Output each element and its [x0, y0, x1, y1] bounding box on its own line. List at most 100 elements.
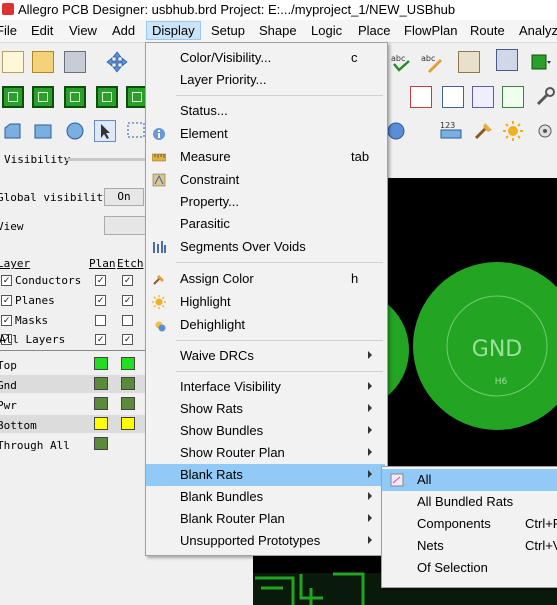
menu-separator — [176, 262, 383, 263]
open-folder-icon[interactable] — [32, 51, 54, 73]
submenu-item-all-bundled-rats[interactable]: All Bundled Rats — [382, 491, 557, 513]
circle-icon[interactable] — [64, 120, 86, 142]
new-file-icon[interactable] — [2, 51, 24, 73]
submenu-arrow-icon — [368, 351, 372, 359]
menu-view[interactable]: View — [69, 23, 97, 38]
zoom-icon[interactable] — [385, 120, 407, 142]
menu-item-parasitic[interactable]: Parasitic — [146, 213, 385, 235]
pad-tool-4-icon[interactable] — [96, 86, 118, 108]
top-etch-swatch[interactable] — [121, 357, 135, 370]
menu-setup[interactable]: Setup — [211, 23, 245, 38]
report-icon[interactable] — [410, 86, 432, 108]
spell-check-icon[interactable]: abc — [390, 51, 412, 73]
document-icon[interactable] — [472, 86, 494, 108]
brush-icon — [153, 275, 164, 285]
grid-counter-icon[interactable]: 123 — [440, 119, 462, 141]
menu-item-measure[interactable]: Measure tab — [146, 146, 385, 168]
menu-logic[interactable]: Logic — [311, 23, 342, 38]
submenu-item-all[interactable]: All — [382, 469, 557, 491]
dehighlight-icon — [155, 321, 166, 332]
dropdown-tool-icon[interactable] — [530, 51, 552, 73]
submenu-item-nets[interactable]: NetsCtrl+V — [382, 535, 557, 557]
menu-item-element[interactable]: Element — [146, 123, 385, 145]
masks-etch-checkbox[interactable] — [122, 315, 133, 326]
menu-item-assign-color[interactable]: Assign Color h — [146, 268, 385, 290]
global-visibility-button[interactable]: On — [104, 188, 144, 206]
submenu-arrow-icon — [368, 514, 372, 522]
pad-tool-3-icon[interactable] — [64, 86, 86, 108]
menu-item-blank-rats[interactable]: Blank Rats — [146, 464, 385, 486]
bottom-plan-swatch[interactable] — [94, 417, 108, 430]
menu-item-show-bundles[interactable]: Show Bundles — [146, 420, 385, 442]
menu-shape[interactable]: Shape — [259, 23, 297, 38]
sun-icon[interactable] — [502, 120, 524, 142]
menu-item-color-visibility[interactable]: Color/Visibility... c — [146, 47, 385, 69]
masks-plan-checkbox[interactable] — [95, 315, 106, 326]
layer-pwr: Pwr — [0, 399, 17, 412]
menu-item-constraint[interactable]: Constraint — [146, 169, 385, 191]
menu-add[interactable]: Add — [112, 23, 135, 38]
menu-item-highlight[interactable]: Highlight — [146, 291, 385, 313]
menu-item-status[interactable]: Status... — [146, 100, 385, 122]
save-icon[interactable] — [64, 51, 86, 73]
text-edit-icon[interactable]: abc — [420, 51, 442, 73]
pad-label: GND — [472, 337, 522, 362]
submenu-arrow-icon — [368, 382, 372, 390]
menu-item-waive-drcs[interactable]: Waive DRCs — [146, 345, 385, 367]
menu-file[interactable]: File — [0, 23, 17, 38]
broom-icon[interactable] — [472, 120, 494, 142]
layer-bottom: Bottom — [0, 419, 37, 432]
global-visibility-label: Global visibility — [0, 191, 110, 204]
menu-analyze[interactable]: Analyze — [519, 23, 557, 38]
wrench-icon[interactable] — [534, 86, 556, 108]
menu-flowplan[interactable]: FlowPlan — [404, 23, 457, 38]
all-layers-etch-checkbox[interactable]: ✓ — [122, 334, 133, 345]
move-icon[interactable] — [106, 51, 128, 73]
menu-item-show-rats[interactable]: Show Rats — [146, 398, 385, 420]
menu-edit[interactable]: Edit — [31, 23, 53, 38]
settings-sun-icon[interactable] — [534, 120, 556, 142]
top-plan-swatch[interactable] — [94, 357, 108, 370]
menu-item-unsupported-prototypes[interactable]: Unsupported Prototypes — [146, 530, 385, 552]
menu-item-show-router-plan[interactable]: Show Router Plan — [146, 442, 385, 464]
planes-plan-checkbox[interactable]: ✓ — [95, 295, 106, 306]
conductors-plan-checkbox[interactable]: ✓ — [95, 275, 106, 286]
menu-item-dehighlight[interactable]: Dehighlight — [146, 314, 385, 336]
pwr-etch-swatch[interactable] — [121, 397, 135, 410]
menu-display[interactable]: Display — [146, 21, 201, 40]
through-all-plan-swatch[interactable] — [94, 437, 108, 450]
menu-item-segments-over-voids[interactable]: Segments Over Voids — [146, 236, 385, 258]
pad-tool-1-icon[interactable] — [2, 86, 24, 108]
all-layers-plan-checkbox[interactable]: ✓ — [95, 334, 106, 345]
stop-icon[interactable] — [458, 51, 480, 73]
menu-route[interactable]: Route — [470, 23, 505, 38]
submenu-item-of-selection[interactable]: Of Selection — [382, 557, 557, 579]
menu-item-blank-router-plan[interactable]: Blank Router Plan — [146, 508, 385, 530]
planes-etch-checkbox[interactable]: ✓ — [122, 295, 133, 306]
conductors-etch-checkbox[interactable]: ✓ — [122, 275, 133, 286]
gnd-etch-swatch[interactable] — [121, 377, 135, 390]
planes-checkbox[interactable]: ✓ — [1, 295, 12, 306]
submenu-item-components[interactable]: Components Ctrl+F — [382, 513, 557, 535]
masks-checkbox[interactable]: ✓ — [1, 315, 12, 326]
gnd-plan-swatch[interactable] — [94, 377, 108, 390]
menu-item-interface-visibility[interactable]: Interface Visibility — [146, 376, 385, 398]
bottom-etch-swatch[interactable] — [121, 417, 135, 430]
app-logo-icon — [2, 3, 14, 15]
submenu-arrow-icon — [368, 426, 372, 434]
menu-item-blank-bundles[interactable]: Blank Bundles — [146, 486, 385, 508]
shape-tool-icon[interactable] — [2, 120, 24, 142]
submenu-arrow-icon — [368, 448, 372, 456]
checklist-icon[interactable] — [502, 86, 524, 108]
menu-item-layer-priority[interactable]: Layer Priority... — [146, 69, 385, 91]
book-icon[interactable] — [442, 86, 464, 108]
menu-place[interactable]: Place — [358, 23, 391, 38]
pad-tool-2-icon[interactable] — [32, 86, 54, 108]
display-menu: Color/Visibility... c Layer Priority... S… — [145, 42, 388, 556]
rectangle-icon[interactable] — [32, 120, 54, 142]
chip-icon[interactable] — [496, 49, 518, 71]
pwr-plan-swatch[interactable] — [94, 397, 108, 410]
menu-item-property[interactable]: Property... — [146, 191, 385, 213]
conductors-checkbox[interactable]: ✓ — [1, 275, 12, 286]
select-arrow-icon[interactable] — [94, 120, 116, 142]
